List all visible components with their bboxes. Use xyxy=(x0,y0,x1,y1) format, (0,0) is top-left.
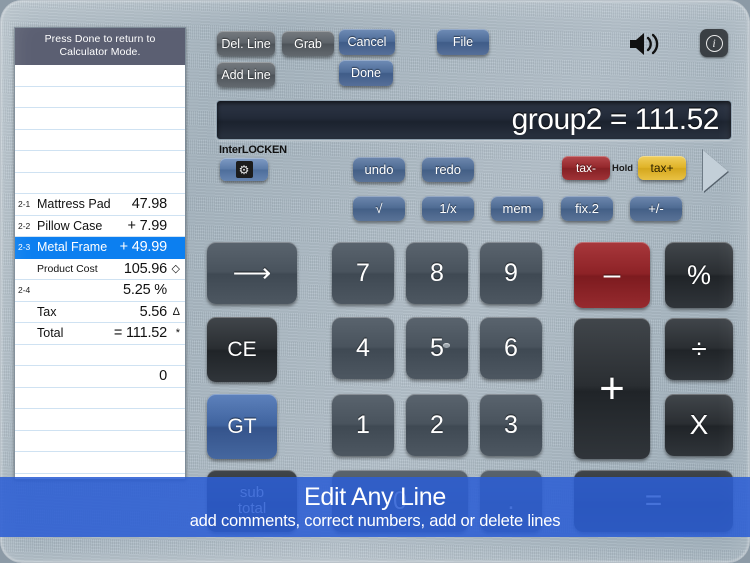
tape-row[interactable] xyxy=(15,173,185,194)
tape-row[interactable] xyxy=(15,388,185,409)
tape-row[interactable]: 2-2 Pillow Case + 7.99 xyxy=(15,216,185,237)
tape-row[interactable] xyxy=(15,431,185,452)
tape-row[interactable] xyxy=(15,87,185,108)
tape-row[interactable] xyxy=(15,409,185,431)
percent-key[interactable]: % xyxy=(665,242,733,308)
tape-row[interactable] xyxy=(15,65,185,87)
tape-row-list[interactable]: 2-1 Mattress Pad 47.98 2-2 Pillow Case + 7.99… xyxy=(15,65,185,479)
tape-row[interactable]: 0 xyxy=(15,366,185,388)
multiply-key[interactable]: X xyxy=(665,394,733,456)
sign-toggle-button[interactable]: +/- xyxy=(630,196,682,221)
tape-row[interactable] xyxy=(15,108,185,130)
digit-6-key[interactable]: 6 xyxy=(480,317,542,379)
tape-row[interactable] xyxy=(15,130,185,151)
file-button[interactable]: File xyxy=(437,29,489,55)
tape-row-suffix: ◇ xyxy=(171,263,180,276)
tape-panel[interactable]: Press Done to return to Calculator Mode.… xyxy=(14,27,186,480)
digit-1-key[interactable]: 1 xyxy=(332,394,394,456)
cancel-button[interactable]: Cancel xyxy=(339,29,395,55)
tape-row-index: 2-1 xyxy=(18,199,31,210)
info-button[interactable]: i xyxy=(700,29,728,57)
brand-ring: O xyxy=(248,144,257,156)
minus-key[interactable]: – xyxy=(574,242,650,308)
tape-row-index: 2-2 xyxy=(18,220,31,231)
tape-row[interactable]: Tax 5.56 Δ xyxy=(15,302,185,323)
tape-row-value: 5.56 xyxy=(139,303,168,320)
digit-8-key[interactable]: 8 xyxy=(406,242,468,304)
promo-subtitle: add comments, correct numbers, add or de… xyxy=(189,512,561,530)
tax-minus-button[interactable]: tax- xyxy=(562,156,610,180)
digit-2-key[interactable]: 2 xyxy=(406,394,468,456)
tape-row-label: Tax xyxy=(37,304,57,319)
fix-decimal-button[interactable]: fix.2 xyxy=(561,196,613,221)
display-value: group2 = 111.52 xyxy=(511,103,720,136)
settings-gear-button[interactable]: ⚙ xyxy=(220,158,268,181)
tape-row[interactable] xyxy=(15,345,185,366)
tape-row[interactable]: Product Cost 105.96 ◇ xyxy=(15,259,185,280)
tax-plus-button[interactable]: tax+ xyxy=(638,156,686,180)
calculator-device: Press Done to return to Calculator Mode.… xyxy=(0,0,750,563)
tape-row-label: Product Cost xyxy=(37,262,98,275)
plus-key[interactable]: + xyxy=(574,318,650,459)
grand-total-key[interactable]: GT xyxy=(207,394,277,459)
next-page-arrow-icon[interactable] xyxy=(703,150,728,192)
tape-row-label: Pillow Case xyxy=(37,218,103,233)
done-button[interactable]: Done xyxy=(339,60,393,86)
redo-button[interactable]: redo xyxy=(422,157,474,182)
tape-row-suffix: * xyxy=(175,327,180,340)
tape-row-value: + 49.99 xyxy=(119,239,168,256)
digit-9-key[interactable]: 9 xyxy=(480,242,542,304)
tape-row[interactable]: 2-3 Metal Frame + 49.99 xyxy=(15,237,185,259)
digit-5-key[interactable]: 5 xyxy=(406,317,468,379)
digit-7-key[interactable]: 7 xyxy=(332,242,394,304)
tape-row-label: Metal Frame xyxy=(37,240,108,255)
home-key-nub xyxy=(443,343,450,348)
digit-3-key[interactable]: 3 xyxy=(480,394,542,456)
undo-button[interactable]: undo xyxy=(353,157,405,182)
tape-mode-message: Press Done to return to Calculator Mode. xyxy=(15,28,185,65)
divide-key[interactable]: ÷ xyxy=(665,318,733,380)
reciprocal-button[interactable]: 1/x xyxy=(422,196,474,221)
brand-label: InterLOCKEN xyxy=(219,144,287,156)
tape-row-value: + 7.99 xyxy=(127,217,167,234)
tape-row[interactable] xyxy=(15,151,185,173)
hold-label: Hold xyxy=(612,163,634,174)
tape-row[interactable]: Total = 111.52 * xyxy=(15,323,185,345)
add-line-button[interactable]: Add Line xyxy=(217,62,275,87)
tape-row-label: Mattress Pad xyxy=(37,197,111,212)
digit-4-key[interactable]: 4 xyxy=(332,317,394,379)
brand-pre: Inter xyxy=(219,144,242,156)
tape-row[interactable]: 2-4 5.25 % xyxy=(15,280,185,302)
brand-post: CKEN xyxy=(256,144,288,156)
tape-row-label: Total xyxy=(37,326,64,341)
promo-banner: Edit Any Line add comments, correct numb… xyxy=(0,477,750,537)
del-line-button[interactable]: Del. Line xyxy=(217,31,275,56)
promo-title: Edit Any Line xyxy=(303,483,447,511)
info-icon: i xyxy=(705,34,723,52)
tape-row-value: 0 xyxy=(159,368,167,385)
tape-row[interactable] xyxy=(15,452,185,474)
gear-icon: ⚙ xyxy=(235,161,253,178)
speaker-icon[interactable] xyxy=(628,31,662,57)
tape-row-value: 47.98 xyxy=(131,196,167,213)
grab-button[interactable]: Grab xyxy=(282,31,334,56)
tape-row-value: = 111.52 xyxy=(113,325,167,342)
tape-row-value: 105.96 xyxy=(123,260,167,277)
tape-row-index: 2-4 xyxy=(18,285,31,296)
memory-button[interactable]: mem xyxy=(491,196,543,221)
calculator-display: group2 = 111.52 xyxy=(216,100,732,140)
tape-row-value: 5.25 % xyxy=(123,282,167,299)
tape-row-index: 2-3 xyxy=(18,242,31,253)
clear-entry-key[interactable]: CE xyxy=(207,317,277,382)
tape-row[interactable]: 2-1 Mattress Pad 47.98 xyxy=(15,194,185,216)
sqrt-button[interactable]: √ xyxy=(353,196,405,221)
tape-row-suffix: Δ xyxy=(172,305,180,318)
digit-5-label: 5 xyxy=(430,333,444,362)
forward-key[interactable]: ⟶ xyxy=(207,242,297,304)
